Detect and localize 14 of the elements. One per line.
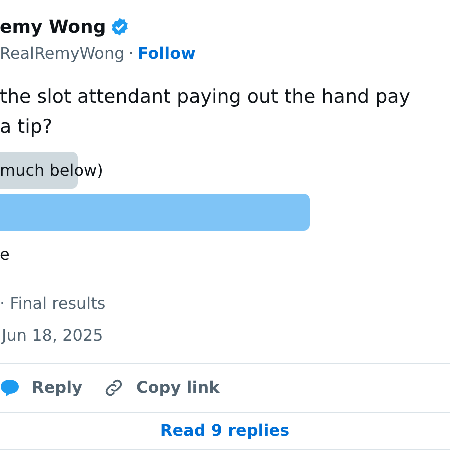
follow-link[interactable]: Follow: [138, 42, 196, 66]
reply-button[interactable]: Reply: [0, 376, 83, 400]
read-replies-link[interactable]: Read 9 replies: [160, 419, 290, 443]
copy-link-button[interactable]: Copy link: [102, 376, 220, 400]
post-date: Jun 18, 2025: [0, 325, 104, 347]
post-text: a tip?: [0, 115, 53, 140]
speech-bubble-icon: [0, 378, 20, 398]
poll-status: · Final results: [0, 293, 106, 315]
author-handle: RealRemyWong: [0, 43, 125, 65]
separator-dot: ·: [128, 43, 134, 65]
author-name: emy Wong: [0, 16, 106, 40]
poll-option-label: much below): [0, 160, 104, 182]
post-text: the slot attendant paying out the hand pay: [0, 85, 411, 110]
poll-option-label: e: [0, 244, 10, 266]
